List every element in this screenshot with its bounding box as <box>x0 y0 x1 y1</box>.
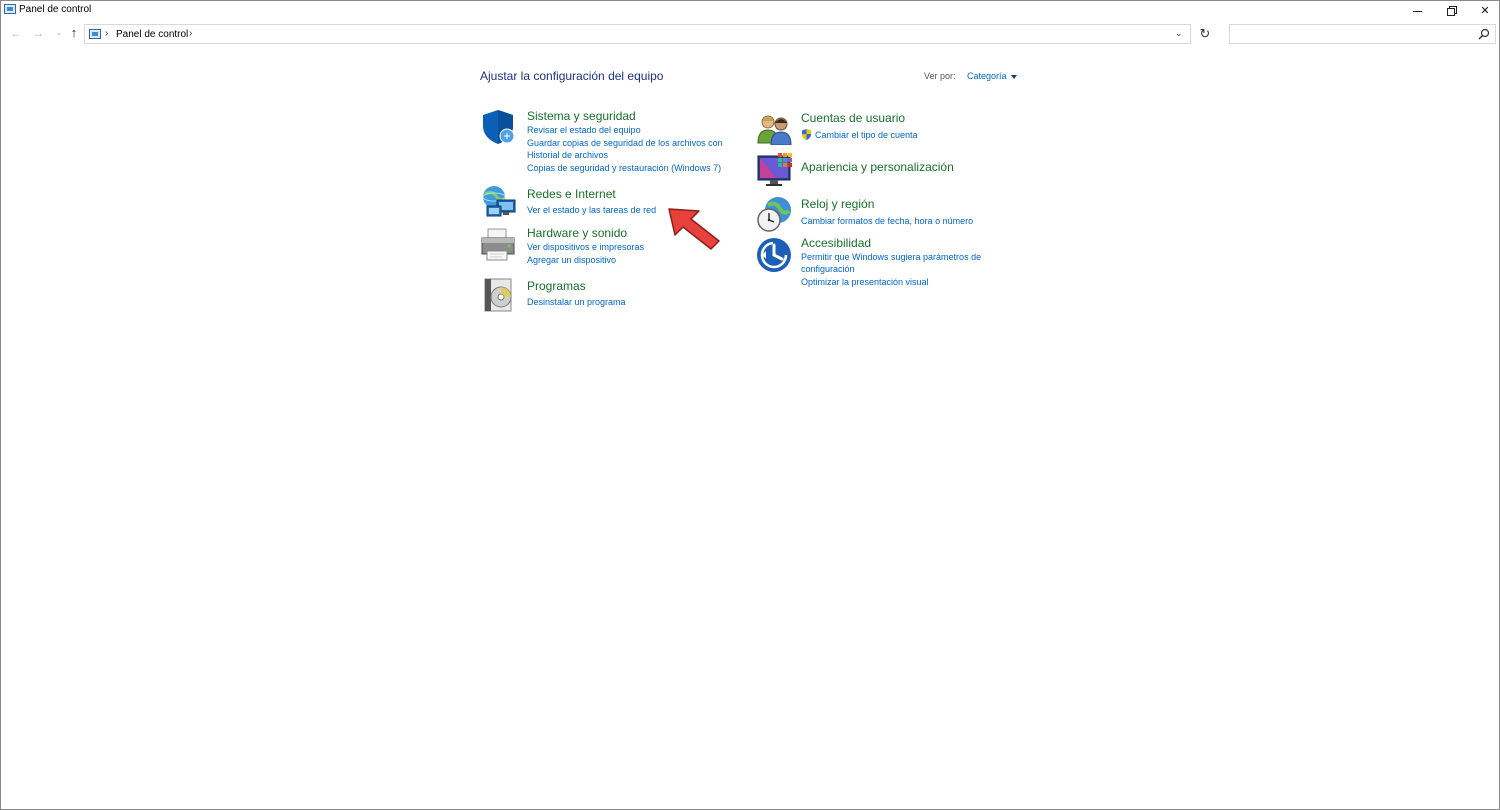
view-by-label: Ver por: <box>924 71 956 81</box>
back-arrow-icon: ← <box>10 26 22 40</box>
category-accessibility-title[interactable]: Accesibilidad <box>801 236 871 250</box>
refresh-button[interactable]: ↻ <box>1194 24 1216 44</box>
link-file-history[interactable]: Historial de archivos <box>527 150 608 160</box>
link-save-backup-files[interactable]: Guardar copias de seguridad de los archi… <box>527 138 723 148</box>
recent-locations-button[interactable]: ⌄ <box>51 25 67 41</box>
restore-button[interactable] <box>1433 1 1469 19</box>
category-network-internet-title[interactable]: Redes e Internet <box>527 187 616 201</box>
link-backup-restore-windows7[interactable]: Copias de seguridad y restauración (Wind… <box>527 163 721 173</box>
search-icon <box>1478 28 1490 40</box>
link-optimize-visual-display[interactable]: Optimizar la presentación visual <box>801 277 929 287</box>
clock-globe-icon[interactable] <box>756 195 794 233</box>
window-title: Panel de control <box>19 4 92 15</box>
category-hardware-sound-title[interactable]: Hardware y sonido <box>527 226 627 240</box>
view-by-dropdown[interactable]: Categoría <box>967 71 1017 81</box>
link-view-network-status[interactable]: Ver el estado y las tareas de red <box>527 205 656 215</box>
breadcrumb-separator[interactable]: › <box>105 28 108 39</box>
breadcrumb-control-panel[interactable]: Panel de control <box>116 29 188 40</box>
close-button[interactable]: ✕ <box>1467 1 1500 19</box>
link-windows-suggest-settings[interactable]: Permitir que Windows sugiera parámetros … <box>801 252 981 262</box>
search-input[interactable] <box>1229 24 1496 44</box>
forward-arrow-icon: → <box>32 26 44 40</box>
navigation-bar: ← → ⌄ ↑ › Panel de control › ⌄ ↻ <box>1 21 1499 47</box>
users-icon[interactable] <box>756 113 794 145</box>
annotation-arrow-icon <box>668 208 720 250</box>
uac-shield-icon <box>802 129 811 140</box>
restore-icon <box>1446 5 1457 16</box>
control-panel-icon <box>89 29 101 39</box>
shield-icon[interactable] <box>480 109 516 145</box>
category-user-accounts-title[interactable]: Cuentas de usuario <box>801 111 905 125</box>
category-programs-title[interactable]: Programas <box>527 279 586 293</box>
category-system-security-title[interactable]: Sistema y seguridad <box>527 109 636 123</box>
view-by-value: Categoría <box>967 71 1007 81</box>
title-bar: Panel de control ✕ <box>1 1 1499 19</box>
link-change-date-formats[interactable]: Cambiar formatos de fecha, hora o número <box>801 216 973 226</box>
close-icon: ✕ <box>1480 4 1490 17</box>
accessibility-icon[interactable] <box>756 237 792 273</box>
control-panel-app-icon <box>4 4 16 14</box>
minimize-button[interactable] <box>1399 1 1435 19</box>
link-view-devices-printers[interactable]: Ver dispositivos e impresoras <box>527 242 644 252</box>
link-review-computer-status[interactable]: Revisar el estado del equipo <box>527 125 641 135</box>
link-uninstall-program[interactable]: Desinstalar un programa <box>527 297 626 307</box>
printer-icon[interactable] <box>480 225 518 263</box>
category-appearance-title[interactable]: Apariencia y personalización <box>801 160 954 174</box>
link-change-account-type[interactable]: Cambiar el tipo de cuenta <box>815 130 918 140</box>
refresh-icon: ↻ <box>1199 26 1211 41</box>
network-globe-icon[interactable] <box>480 184 520 220</box>
forward-button[interactable]: → <box>30 25 46 41</box>
link-add-device[interactable]: Agregar un dispositivo <box>527 255 616 265</box>
address-history-dropdown[interactable]: ⌄ <box>1175 28 1183 39</box>
breadcrumb-separator[interactable]: › <box>189 28 192 39</box>
back-button[interactable]: ← <box>8 25 24 41</box>
category-clock-region-title[interactable]: Reloj y región <box>801 197 874 211</box>
page-title: Ajustar la configuración del equipo <box>480 69 664 83</box>
up-button[interactable]: ↑ <box>66 25 82 41</box>
caret-down-icon <box>1010 74 1017 79</box>
minimize-icon <box>1412 10 1422 12</box>
chevron-down-icon: ⌄ <box>55 28 63 37</box>
up-arrow-icon: ↑ <box>70 25 78 40</box>
programs-disc-icon[interactable] <box>482 277 516 313</box>
link-windows-suggest-settings-continued[interactable]: configuración <box>801 264 855 274</box>
monitor-palette-icon[interactable] <box>756 152 794 188</box>
address-bar[interactable]: › Panel de control › ⌄ <box>84 24 1191 44</box>
